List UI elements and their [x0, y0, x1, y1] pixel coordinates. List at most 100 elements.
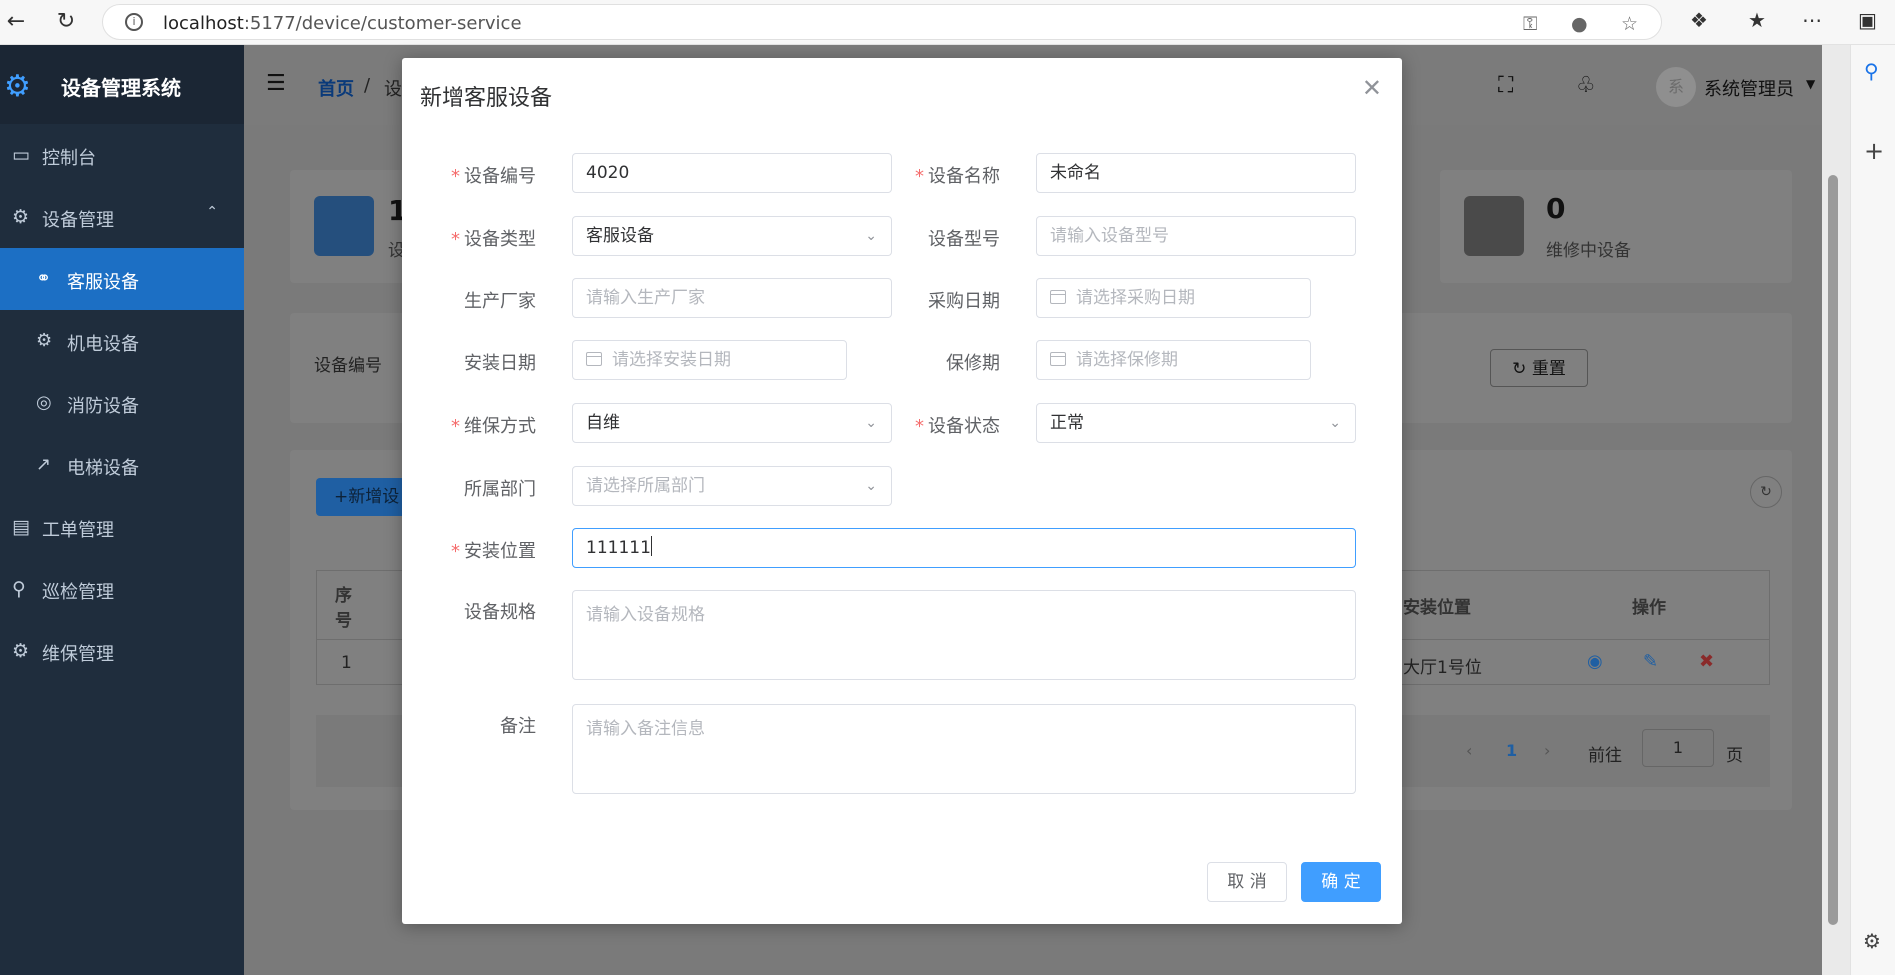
sidebar-item-fire[interactable]: ◎ 消防设备	[0, 372, 244, 434]
close-icon[interactable]: ✕	[1362, 74, 1382, 102]
logo-area: ⚙ 设备管理系统	[0, 45, 244, 124]
stat-card-maintenance: 0 维修中设备	[1440, 170, 1792, 283]
edit-icon[interactable]: ✎	[1643, 651, 1658, 672]
sidebar: ⚙ 设备管理系统 ▭ 控制台 ⚙ 设备管理 ⌃ ⚭ 客服设备 ⚙ 机电设备 ◎ …	[0, 45, 244, 975]
headset-icon: ⚭	[36, 268, 52, 289]
manufacturer-input[interactable]: 请输入生产厂家	[572, 278, 892, 318]
spec-label: 设备规格	[464, 602, 536, 623]
warranty-label: 保修期	[946, 353, 1000, 374]
device-no-label: * 设备编号	[451, 166, 536, 187]
delete-icon[interactable]: ✖	[1699, 651, 1714, 672]
device-model-input[interactable]: 请输入设备型号	[1036, 216, 1356, 256]
text-cursor	[650, 536, 652, 556]
location-input[interactable]: 111111	[572, 528, 1356, 568]
device-no-input[interactable]: 4020	[572, 153, 892, 193]
arrow-icon: ↗	[36, 454, 52, 475]
app-title: 设备管理系统	[61, 76, 181, 100]
caret-down-icon[interactable]: ▼	[1806, 77, 1815, 91]
cancel-button[interactable]: 取 消	[1207, 862, 1287, 902]
document-icon: ▤	[12, 516, 30, 538]
headset-icon	[314, 196, 374, 256]
sidebar-toggle-icon[interactable]: ▣	[1858, 8, 1877, 32]
sidebar-item-electromechanical[interactable]: ⚙ 机电设备	[0, 310, 244, 372]
extensions-icon[interactable]: ❖	[1690, 8, 1708, 32]
browser-toolbar: ← ↻ i localhost:5177/device/customer-ser…	[0, 0, 1895, 45]
calendar-icon	[1050, 290, 1066, 304]
department-placeholder: 请选择所属部门	[586, 476, 705, 496]
remark-textarea[interactable]: 请输入备注信息	[572, 704, 1356, 794]
gear-icon: ⚙	[36, 330, 53, 351]
install-date-picker[interactable]: 请选择安装日期	[572, 340, 847, 380]
page-number[interactable]: 1	[1506, 741, 1517, 760]
sidebar-item-work-orders[interactable]: ▤ 工单管理	[0, 496, 244, 558]
reset-button[interactable]: ↻ 重置	[1490, 349, 1588, 387]
view-icon[interactable]: ◉	[1587, 651, 1603, 672]
user-name[interactable]: 系统管理员	[1704, 75, 1794, 101]
page-scrollbar[interactable]	[1822, 45, 1850, 975]
sidebar-item-elevator[interactable]: ↗ 电梯设备	[0, 434, 244, 496]
remark-label: 备注	[500, 716, 536, 737]
maintenance-mode-select[interactable]: 自维 ⌄	[572, 403, 892, 443]
favorites-icon[interactable]: ★	[1748, 8, 1766, 32]
manufacturer-label: 生产厂家	[464, 291, 536, 312]
table-cell-index: 1	[341, 653, 352, 673]
search-icon[interactable]: ⚲	[1864, 59, 1879, 83]
next-page-icon[interactable]: ›	[1544, 741, 1550, 760]
sidebar-item-device-management[interactable]: ⚙ 设备管理 ⌃	[0, 186, 244, 248]
device-status-select[interactable]: 正常 ⌄	[1036, 403, 1356, 443]
device-status-label: * 设备状态	[915, 416, 1000, 437]
fullscreen-icon[interactable]: ⛶	[1498, 73, 1513, 98]
refresh-icon[interactable]: ↻	[1750, 476, 1782, 508]
page-unit-label: 页	[1726, 746, 1743, 766]
more-icon[interactable]: ⋯	[1802, 8, 1822, 32]
sidebar-item-inspection[interactable]: ⚲ 巡检管理	[0, 558, 244, 620]
sidebar-item-label: 控制台	[42, 148, 96, 169]
settings-icon[interactable]: ⚙	[1863, 929, 1881, 953]
department-select[interactable]: 请选择所属部门 ⌄	[572, 466, 892, 506]
info-icon[interactable]: i	[125, 13, 143, 31]
reset-label: 重置	[1531, 359, 1566, 379]
plus-icon[interactable]: +	[1864, 137, 1884, 165]
device-name-label: * 设备名称	[915, 166, 1000, 187]
sidebar-item-label: 维保管理	[42, 644, 114, 665]
device-status-value: 正常	[1050, 413, 1084, 433]
key-icon[interactable]: ⚿	[1523, 13, 1537, 35]
breadcrumb-current: 设	[384, 79, 402, 100]
stat-number: 0	[1546, 192, 1566, 225]
scrollbar-thumb[interactable]	[1828, 175, 1838, 925]
target-icon: ◎	[36, 392, 52, 413]
sidebar-item-label: 工单管理	[42, 520, 114, 541]
warranty-picker[interactable]: 请选择保修期	[1036, 340, 1311, 380]
gear-icon: ⚙	[4, 69, 31, 104]
refresh-icon[interactable]: ↻	[52, 8, 80, 36]
calendar-icon	[1050, 352, 1066, 366]
device-type-label: * 设备类型	[451, 229, 536, 250]
menu-toggle-icon[interactable]: ☰	[266, 71, 286, 96]
device-type-select[interactable]: 客服设备 ⌄	[572, 216, 892, 256]
purchase-date-placeholder: 请选择采购日期	[1076, 288, 1195, 308]
back-icon[interactable]: ←	[2, 8, 30, 36]
confirm-button[interactable]: 确 定	[1301, 862, 1381, 902]
bell-icon[interactable]: ♧	[1576, 73, 1596, 98]
maintenance-mode-label: * 维保方式	[451, 416, 536, 437]
address-bar[interactable]: i localhost:5177/device/customer-service…	[102, 4, 1662, 40]
warranty-placeholder: 请选择保修期	[1076, 350, 1178, 370]
sidebar-item-dashboard[interactable]: ▭ 控制台	[0, 124, 244, 186]
avatar[interactable]: 系	[1656, 67, 1696, 107]
purchase-date-picker[interactable]: 请选择采购日期	[1036, 278, 1311, 318]
device-name-input[interactable]: 未命名	[1036, 153, 1356, 193]
goto-page-input[interactable]: 1	[1642, 729, 1714, 767]
star-icon[interactable]: ☆	[1621, 13, 1638, 35]
breadcrumb-separator: /	[364, 75, 371, 96]
add-device-dialog: 新增客服设备 ✕ * 设备编号 4020 * 设备名称 未命名 * 设备类型 客服设备…	[402, 58, 1402, 924]
prev-page-icon[interactable]: ‹	[1466, 741, 1472, 760]
table-header-index: 序号	[335, 586, 352, 631]
install-date-placeholder: 请选择安装日期	[612, 350, 731, 370]
sidebar-item-customer-service[interactable]: ⚭ 客服设备	[0, 248, 244, 310]
breadcrumb-home[interactable]: 首页	[318, 75, 354, 101]
edge-icon[interactable]: ●	[1571, 13, 1588, 35]
add-device-button[interactable]: +新增设	[316, 478, 406, 516]
spec-textarea[interactable]: 请输入设备规格	[572, 590, 1356, 680]
sidebar-item-label: 巡检管理	[42, 582, 114, 603]
sidebar-item-maintenance[interactable]: ⚙ 维保管理	[0, 620, 244, 682]
